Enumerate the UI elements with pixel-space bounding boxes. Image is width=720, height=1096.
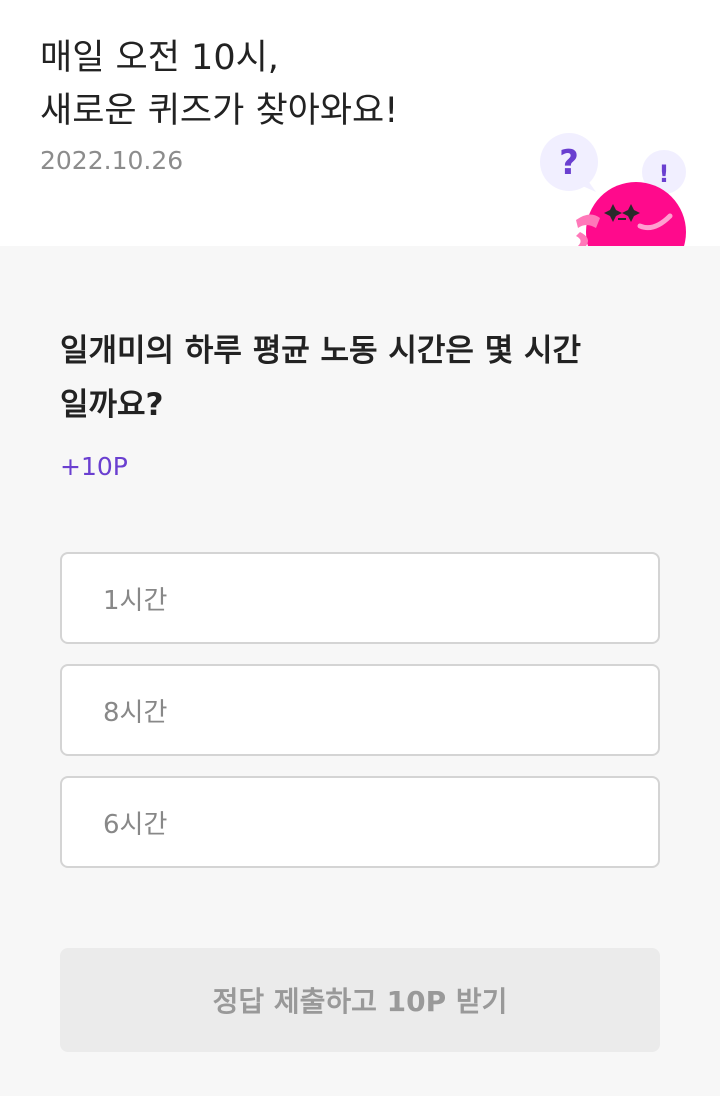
answer-option-3[interactable]: 6시간	[60, 776, 660, 868]
answer-option-label: 6시간	[103, 809, 168, 840]
exclamation-mark-glyph: !	[659, 160, 670, 188]
question-mark-glyph: ?	[559, 143, 579, 183]
submit-answer-button[interactable]: 정답 제출하고 10P 받기	[60, 948, 660, 1052]
page-title: 매일 오전 10시, 새로운 퀴즈가 찾아와요!	[40, 32, 398, 138]
answer-option-2[interactable]: 8시간	[60, 664, 660, 756]
page-title-line-2: 새로운 퀴즈가 찾아와요!	[40, 91, 399, 131]
answer-option-1[interactable]: 1시간	[60, 552, 660, 644]
question-line-1: 일개미의 하루 평균 노동 시간은 몇 시간	[60, 333, 582, 369]
points-badge: +10P	[60, 452, 128, 481]
question-bubble-icon: ?	[540, 133, 598, 192]
pink-mascot-icon: ? !	[540, 133, 686, 246]
answer-option-label: 8시간	[103, 697, 168, 728]
quiz-date: 2022.10.26	[40, 146, 184, 175]
question-line-2: 일까요?	[60, 387, 164, 423]
header: 매일 오전 10시, 새로운 퀴즈가 찾아와요! 2022.10.26 ? !	[0, 0, 720, 246]
question-text: 일개미의 하루 평균 노동 시간은 몇 시간 일까요?	[60, 324, 660, 432]
page-title-line-1: 매일 오전 10시,	[40, 38, 279, 78]
answer-options: 1시간 8시간 6시간	[60, 552, 660, 888]
answer-option-label: 1시간	[103, 585, 168, 616]
quiz-card: 일개미의 하루 평균 노동 시간은 몇 시간 일까요? +10P 1시간 8시간…	[0, 246, 720, 1096]
